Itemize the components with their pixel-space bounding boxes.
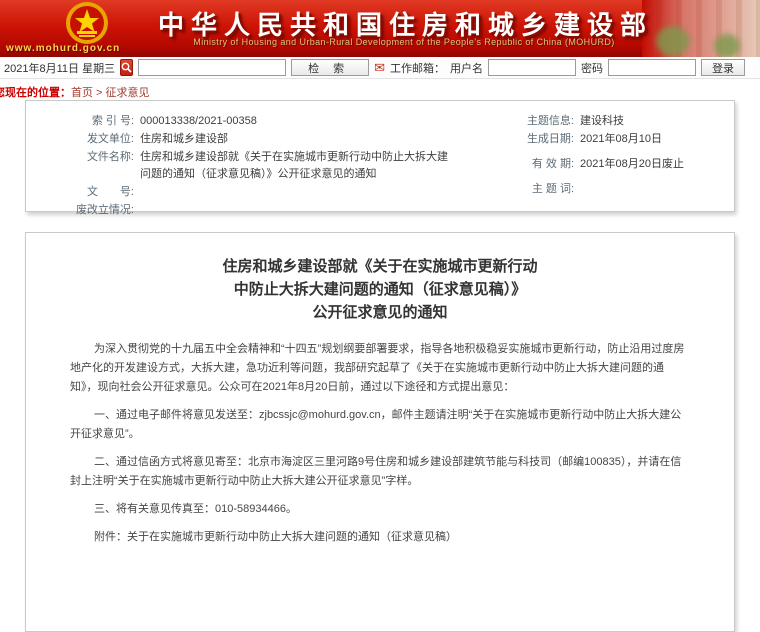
meta-row-document-name: 文件名称: 住房和城乡建设部就《关于在实施城市更新行动中防止大拆大建问题的通知（… [60, 149, 500, 183]
password-input[interactable] [607, 59, 696, 76]
meta-value [134, 202, 140, 219]
meta-value: 住房和城乡建设部就《关于在实施城市更新行动中防止大拆大建问题的通知（征求意见稿）… [140, 151, 448, 180]
login-button[interactable]: 登录 [700, 59, 745, 76]
date-text: 2021年8月11日 星期三 [4, 62, 116, 75]
meta-value: 2021年08月10日 [580, 133, 662, 145]
password-label: 密码 [580, 62, 603, 75]
meta-label: 有 效 期: [531, 158, 574, 170]
ministry-subtitle: Ministry of Housing and Urban-Rural Deve… [193, 37, 615, 47]
meta-value [134, 184, 140, 201]
meta-value: 建设科技 [580, 115, 624, 127]
meta-row-generate-date: 生成日期: 2021年08月10日 [500, 131, 734, 148]
article-paragraph-email: 一、通过电子邮件将意见发送至：zjbcssjc@mohurd.gov.cn，邮件… [70, 409, 682, 440]
meta-row-issuing-unit: 发文单位: 住房和城乡建设部 [60, 131, 500, 148]
meta-value: 住房和城乡建设部 [140, 133, 228, 145]
breadcrumb-separator: > [93, 87, 106, 99]
article-title-line: 中防止大拆大建问题的通知（征求意见稿）》 [233, 281, 527, 298]
meta-row-repeal-status: 废改立情况: [60, 202, 500, 219]
article-body: 为深入贯彻党的十九届五中全会精神和“十四五”规划纲要部署要求，指导各地积极稳妥实… [70, 340, 690, 547]
document-metadata-panel: 索 引 号: 000013338/2021-00358 发文单位: 住房和城乡建… [25, 100, 735, 216]
search-icon [121, 62, 132, 73]
tree-decoration [714, 34, 740, 57]
meta-label: 索 引 号: [91, 115, 134, 127]
breadcrumb-label: 您现在的位置： [0, 87, 71, 99]
toolbar: 2021年8月11日 星期三 检索 ✉ 工作邮箱：用户名 密码 登录 ⌂ 设为首… [0, 57, 760, 79]
building-photo [642, 0, 760, 57]
meta-value: 2021年08月20日废止 [580, 158, 684, 170]
tree-decoration [656, 26, 690, 56]
meta-value: 000013338/2021-00358 [140, 115, 257, 127]
meta-label: 文件名称: [86, 151, 134, 163]
breadcrumb: 您现在的位置：首页 > 征求意见 [0, 84, 150, 100]
meta-label: 废改立情况: [75, 204, 134, 216]
breadcrumb-home-link[interactable]: 首页 [71, 87, 93, 99]
meta-row-index-number: 索 引 号: 000013338/2021-00358 [60, 113, 500, 130]
mail-icon: ✉ [374, 60, 385, 75]
site-url: www.mohurd.gov.cn [6, 43, 121, 54]
article-title-line: 住房和城乡建设部就《关于在实施城市更新行动 [222, 258, 538, 275]
national-emblem-icon [28, 1, 146, 45]
article-paragraph-fax: 三、将有关意见传真至：010-58934466。 [94, 503, 297, 515]
meta-row-document-number: 文 号: [60, 184, 500, 201]
article-title: 住房和城乡建设部就《关于在实施城市更新行动 中防止大拆大建问题的通知（征求意见稿… [70, 255, 690, 324]
article-title-line: 公开征求意见的通知 [312, 304, 448, 321]
attachment-link[interactable]: 附件：关于在实施城市更新行动中防止大拆大建问题的通知（征求意见稿） [70, 528, 690, 547]
site-header: www.mohurd.gov.cn 中华人民共和国住房和城乡建设部 Minist… [0, 0, 760, 57]
search-submit-button[interactable]: 检索 [291, 59, 370, 76]
meta-value [574, 181, 580, 198]
username-label: 用户名 [449, 62, 483, 75]
breadcrumb-current[interactable]: 征求意见 [106, 87, 150, 99]
meta-label: 发文单位: [86, 133, 134, 145]
work-mail-label: 工作邮箱： [389, 62, 445, 75]
meta-label: 主题信息: [526, 115, 574, 127]
article-paragraph-mail: 二、通过信函方式将意见寄至：北京市海淀区三里河路9号住房和城乡建设部建筑节能与科… [70, 456, 682, 487]
username-input[interactable] [487, 59, 576, 76]
article-paragraph-intro: 为深入贯彻党的十九届五中全会精神和“十四五”规划纲要部署要求，指导各地积极稳妥实… [70, 343, 685, 393]
meta-label: 生成日期: [526, 133, 574, 145]
search-input[interactable] [138, 59, 287, 76]
search-icon-button[interactable] [120, 59, 134, 76]
meta-label: 主 题 词: [531, 183, 574, 195]
meta-row-keywords: 主 题 词: [500, 181, 734, 198]
article-panel: 住房和城乡建设部就《关于在实施城市更新行动 中防止大拆大建问题的通知（征求意见稿… [25, 232, 735, 632]
meta-row-validity: 有 效 期: 2021年08月20日废止 [500, 156, 734, 173]
meta-label: 文 号: [86, 186, 134, 198]
meta-row-topic-info: 主题信息: 建设科技 [500, 113, 734, 130]
